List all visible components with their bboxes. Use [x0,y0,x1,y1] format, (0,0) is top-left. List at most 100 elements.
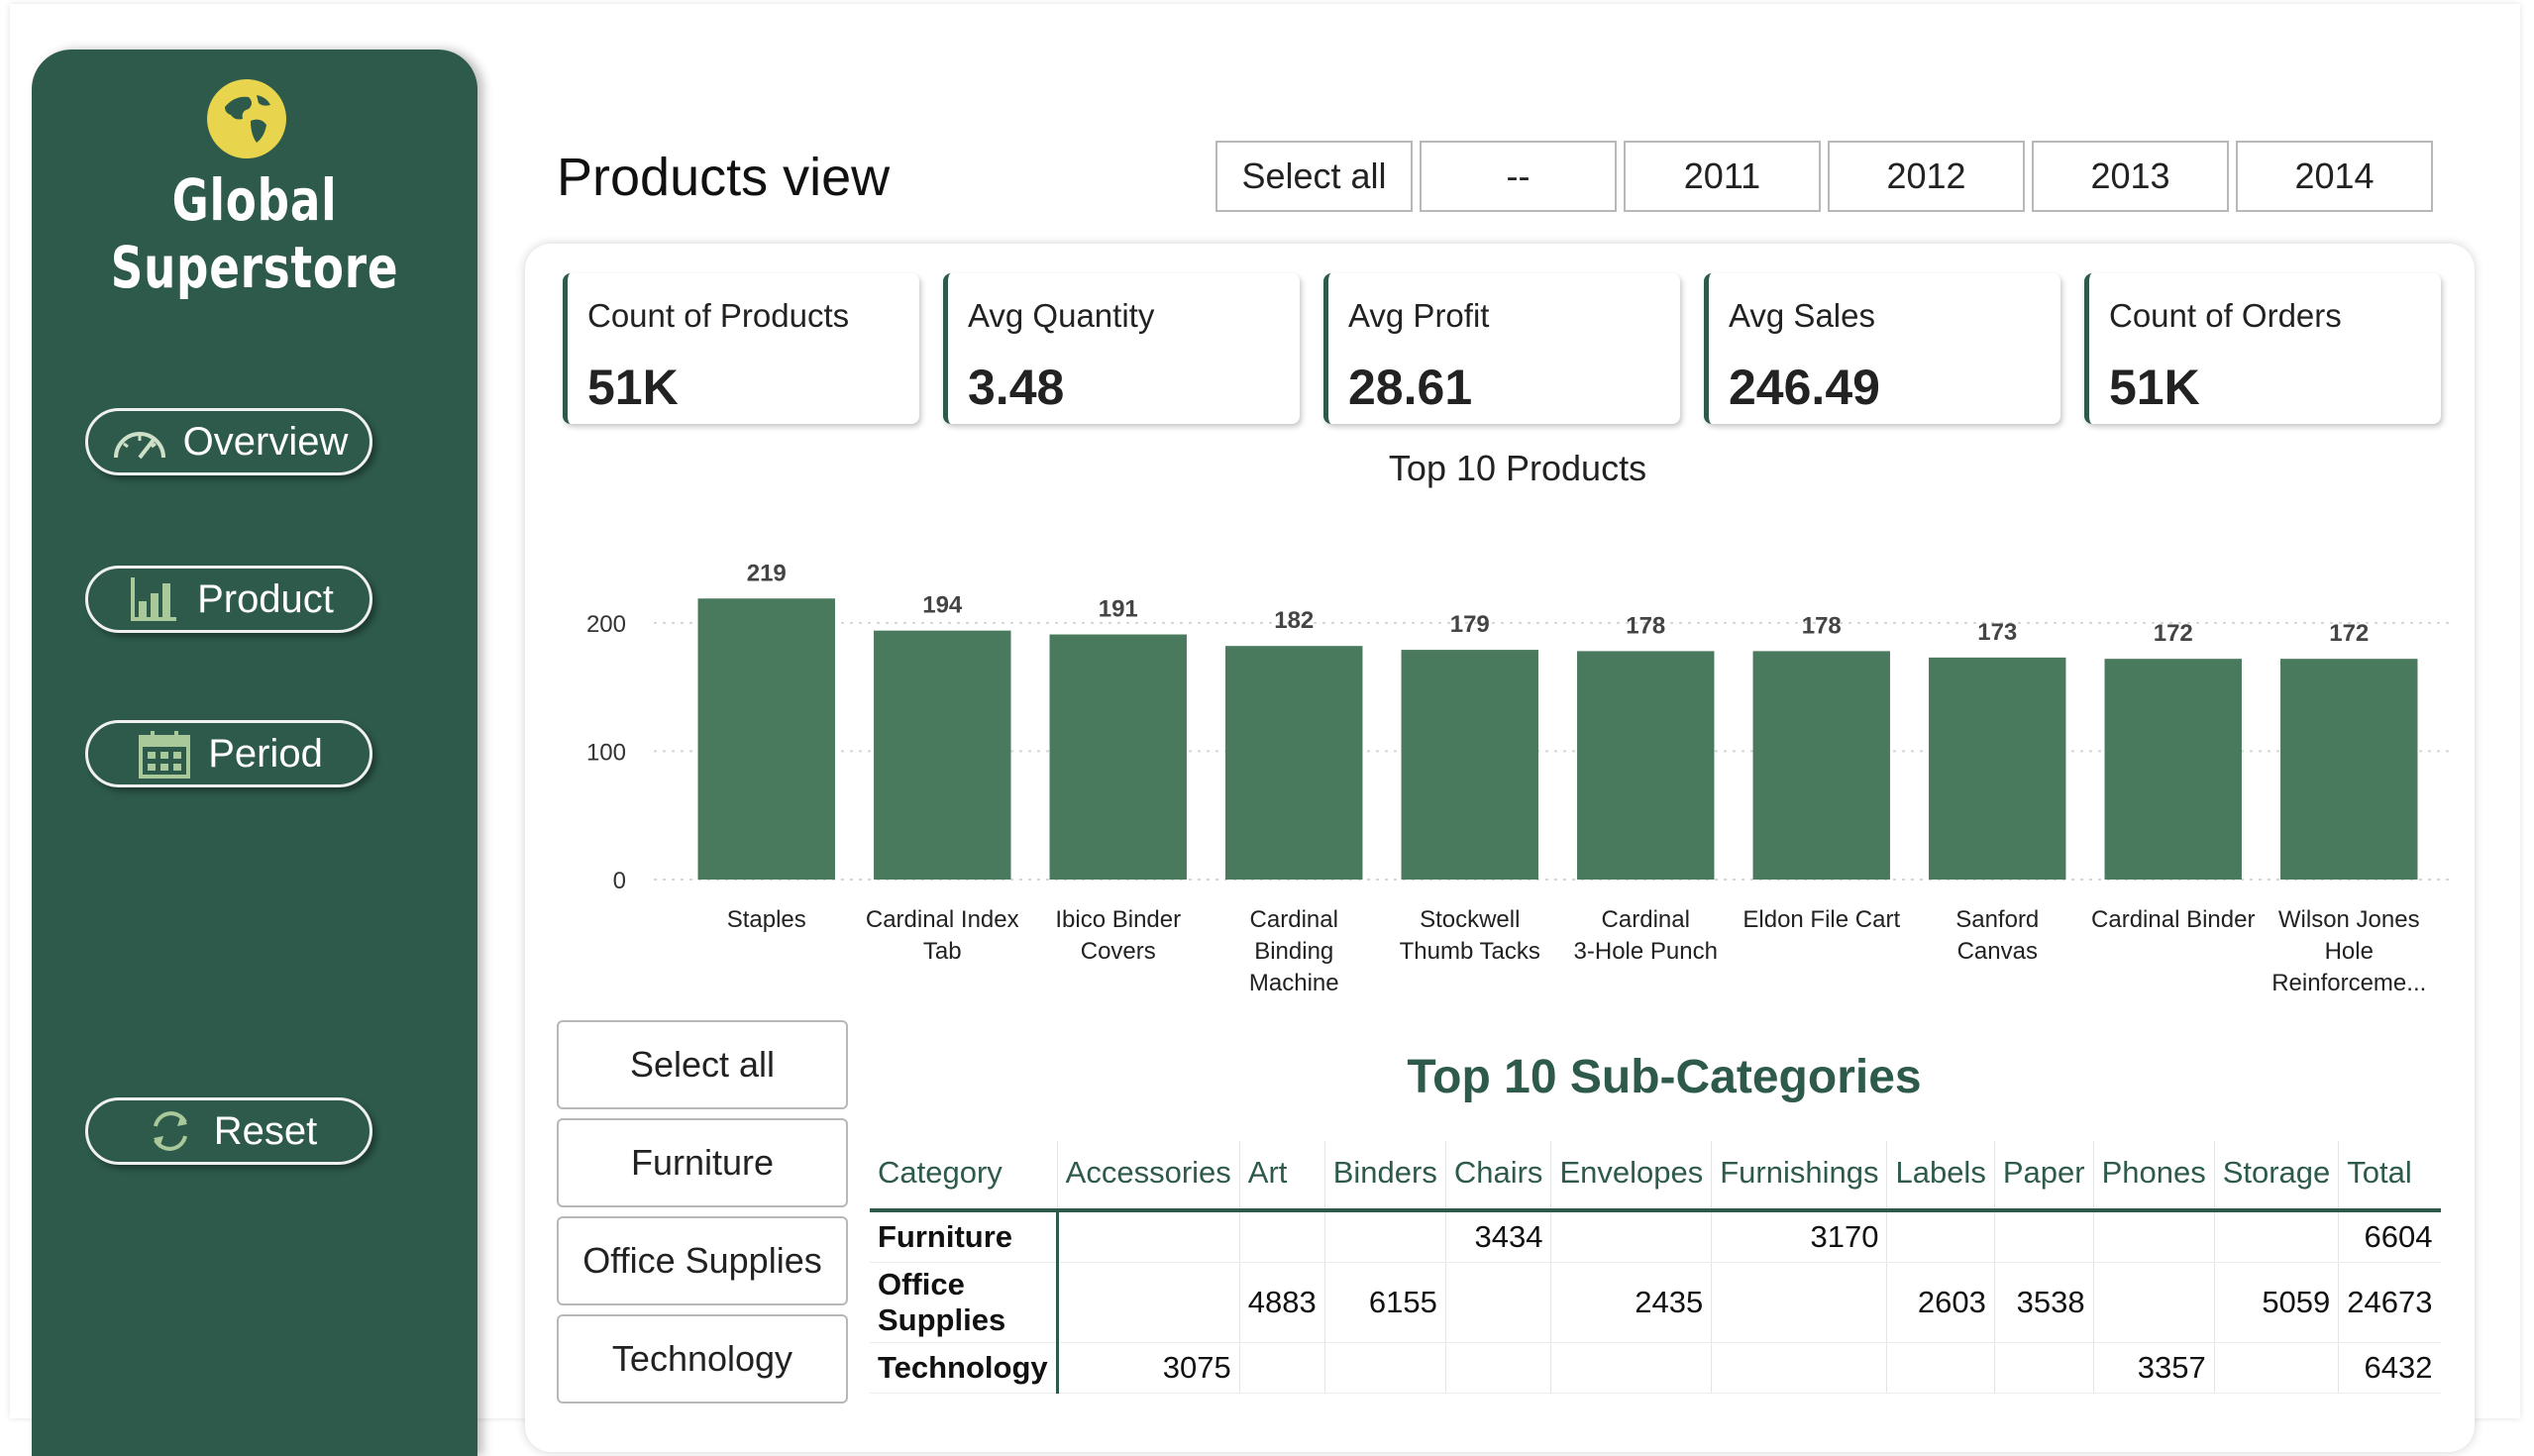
matrix-column-header[interactable]: Accessories [1056,1141,1240,1212]
matrix-cell: 4883 [1238,1262,1325,1343]
reset-label: Reset [213,1108,318,1153]
year-2012-button[interactable]: 2012 [1828,141,2025,212]
year-2013-button[interactable]: 2013 [2032,141,2229,212]
kpi-card-avg-quantity: Avg Quantity 3.48 [943,273,1300,424]
nav-overview-label: Overview [182,419,349,464]
nav-product-button[interactable]: Product [85,566,372,633]
matrix-cell: 3434 [1444,1210,1551,1263]
kpi-card-count-orders: Count of Orders 51K [2084,273,2441,424]
kpi-card-avg-sales: Avg Sales 246.49 [1704,273,2060,424]
matrix-cell: 3170 [1711,1210,1887,1263]
top-products-bar-chart: 0 100 200 219 Staples 194 Cardinal Index Tab 191… [586,560,2452,996]
x-tick-label: Cardinal Index [866,906,1019,933]
category-technology-button[interactable]: Technology [557,1314,848,1404]
matrix-cell [1323,1342,1446,1394]
kpi-card-count-products: Count of Products 51K [563,273,919,424]
matrix-cell [1056,1262,1240,1343]
x-tick-label: Hole [2325,938,2374,965]
data-label: 172 [2329,620,2369,647]
y-tick-label: 0 [613,868,626,894]
matrix-cell [1711,1262,1887,1343]
bar [2104,659,2242,880]
x-tick-label: Cardinal [1602,906,1690,933]
matrix-cell: 2435 [1550,1262,1712,1343]
matrix-cell [2213,1342,2339,1394]
matrix-column-header[interactable]: Chairs [1444,1141,1551,1212]
matrix-header-row: Category Accessories Art Binders Chairs Envel… [870,1141,2441,1212]
matrix-column-header[interactable]: Paper [1993,1141,2094,1212]
kpi-card-avg-profit: Avg Profit 28.61 [1323,273,1680,424]
matrix-cell: 3357 [2092,1342,2215,1394]
data-label: 179 [1450,611,1490,638]
bar [1049,634,1187,880]
matrix-column-header[interactable]: Art [1238,1141,1325,1212]
x-tick-label: Wilson Jones [2278,906,2420,933]
matrix-row: Technology 3075 3357 6432 [870,1342,2441,1394]
kpi-value: 3.48 [968,360,1065,415]
sub-category-matrix: Category Accessories Art Binders Chairs Envel… [870,1141,2441,1394]
bar [1929,657,2066,880]
kpi-value: 246.49 [1729,360,1880,415]
matrix-cell: 3538 [1993,1262,2094,1343]
category-select-all-button[interactable]: Select all [557,1020,848,1109]
reset-button[interactable]: Reset [85,1097,372,1165]
matrix-row: Furniture 3434 3170 6604 [870,1210,2441,1263]
bar-chart-icon [124,574,183,624]
category-office-supplies-button[interactable]: Office Supplies [557,1216,848,1305]
nav-overview-button[interactable]: Overview [85,408,372,475]
x-tick-label: Ibico Binder [1055,906,1181,933]
year-select-all-button[interactable]: Select all [1215,141,1413,212]
matrix-cell [2092,1210,2215,1263]
matrix-cell [1550,1210,1712,1263]
kpi-label: Avg Quantity [968,297,1155,334]
data-label: 182 [1274,607,1314,634]
matrix-column-header[interactable]: Furnishings [1711,1141,1887,1212]
calendar-icon [135,729,194,779]
x-tick-label: Cardinal [1250,906,1338,933]
matrix-cell [1886,1342,1995,1394]
matrix-column-header[interactable]: Labels [1886,1141,1995,1212]
kpi-label: Count of Products [587,297,850,334]
matrix-column-header[interactable]: Envelopes [1550,1141,1712,1212]
matrix-column-header[interactable]: Binders [1323,1141,1446,1212]
matrix-row-header: Furniture [870,1210,1059,1263]
matrix-cell [1238,1342,1325,1394]
matrix-column-header[interactable]: Storage [2213,1141,2339,1212]
x-tick-label: Thumb Tacks [1400,938,1540,965]
matrix-cell [1444,1262,1551,1343]
globe-logo-icon [205,77,288,160]
x-tick-label: Machine [1249,970,1339,996]
year-2014-button[interactable]: 2014 [2236,141,2433,212]
year-2011-button[interactable]: 2011 [1624,141,1821,212]
y-tick-label: 100 [586,739,626,766]
matrix-title: Top 10 Sub-Categories [1407,1051,1922,1103]
matrix-column-header[interactable]: Category [870,1141,1058,1212]
data-label: 173 [1977,619,2017,646]
matrix-cell [1993,1342,2094,1394]
year-blank-button[interactable]: -- [1420,141,1617,212]
x-tick-label: Eldon File Cart [1742,906,1900,933]
nav-period-button[interactable]: Period [85,720,372,787]
matrix-column-header[interactable]: Total [2338,1141,2441,1212]
x-tick-label: Cardinal Binder [2091,906,2255,933]
brand-title: Global Superstore [110,166,399,301]
refresh-icon [141,1106,200,1156]
matrix-cell [2213,1210,2339,1263]
matrix-cell [1550,1342,1712,1394]
category-furniture-button[interactable]: Furniture [557,1118,848,1207]
kpi-value: 28.61 [1348,360,1473,415]
x-tick-label: Tab [923,938,962,965]
matrix-cell [1886,1210,1995,1263]
x-tick-label: Sanford [1955,906,2039,933]
matrix-cell: 6604 [2338,1210,2441,1263]
x-tick-label: 3-Hole Punch [1574,938,1718,965]
bar [1225,646,1363,880]
bar [1401,650,1538,880]
data-label: 178 [1802,612,1842,639]
data-label: 219 [747,560,787,586]
bar [1577,651,1715,880]
kpi-label: Avg Sales [1729,297,1875,334]
x-tick-label: Binding [1254,938,1333,965]
matrix-row: Office Supplies 4883 6155 2435 2603 3538 5059 2… [870,1262,2441,1343]
matrix-column-header[interactable]: Phones [2092,1141,2215,1212]
